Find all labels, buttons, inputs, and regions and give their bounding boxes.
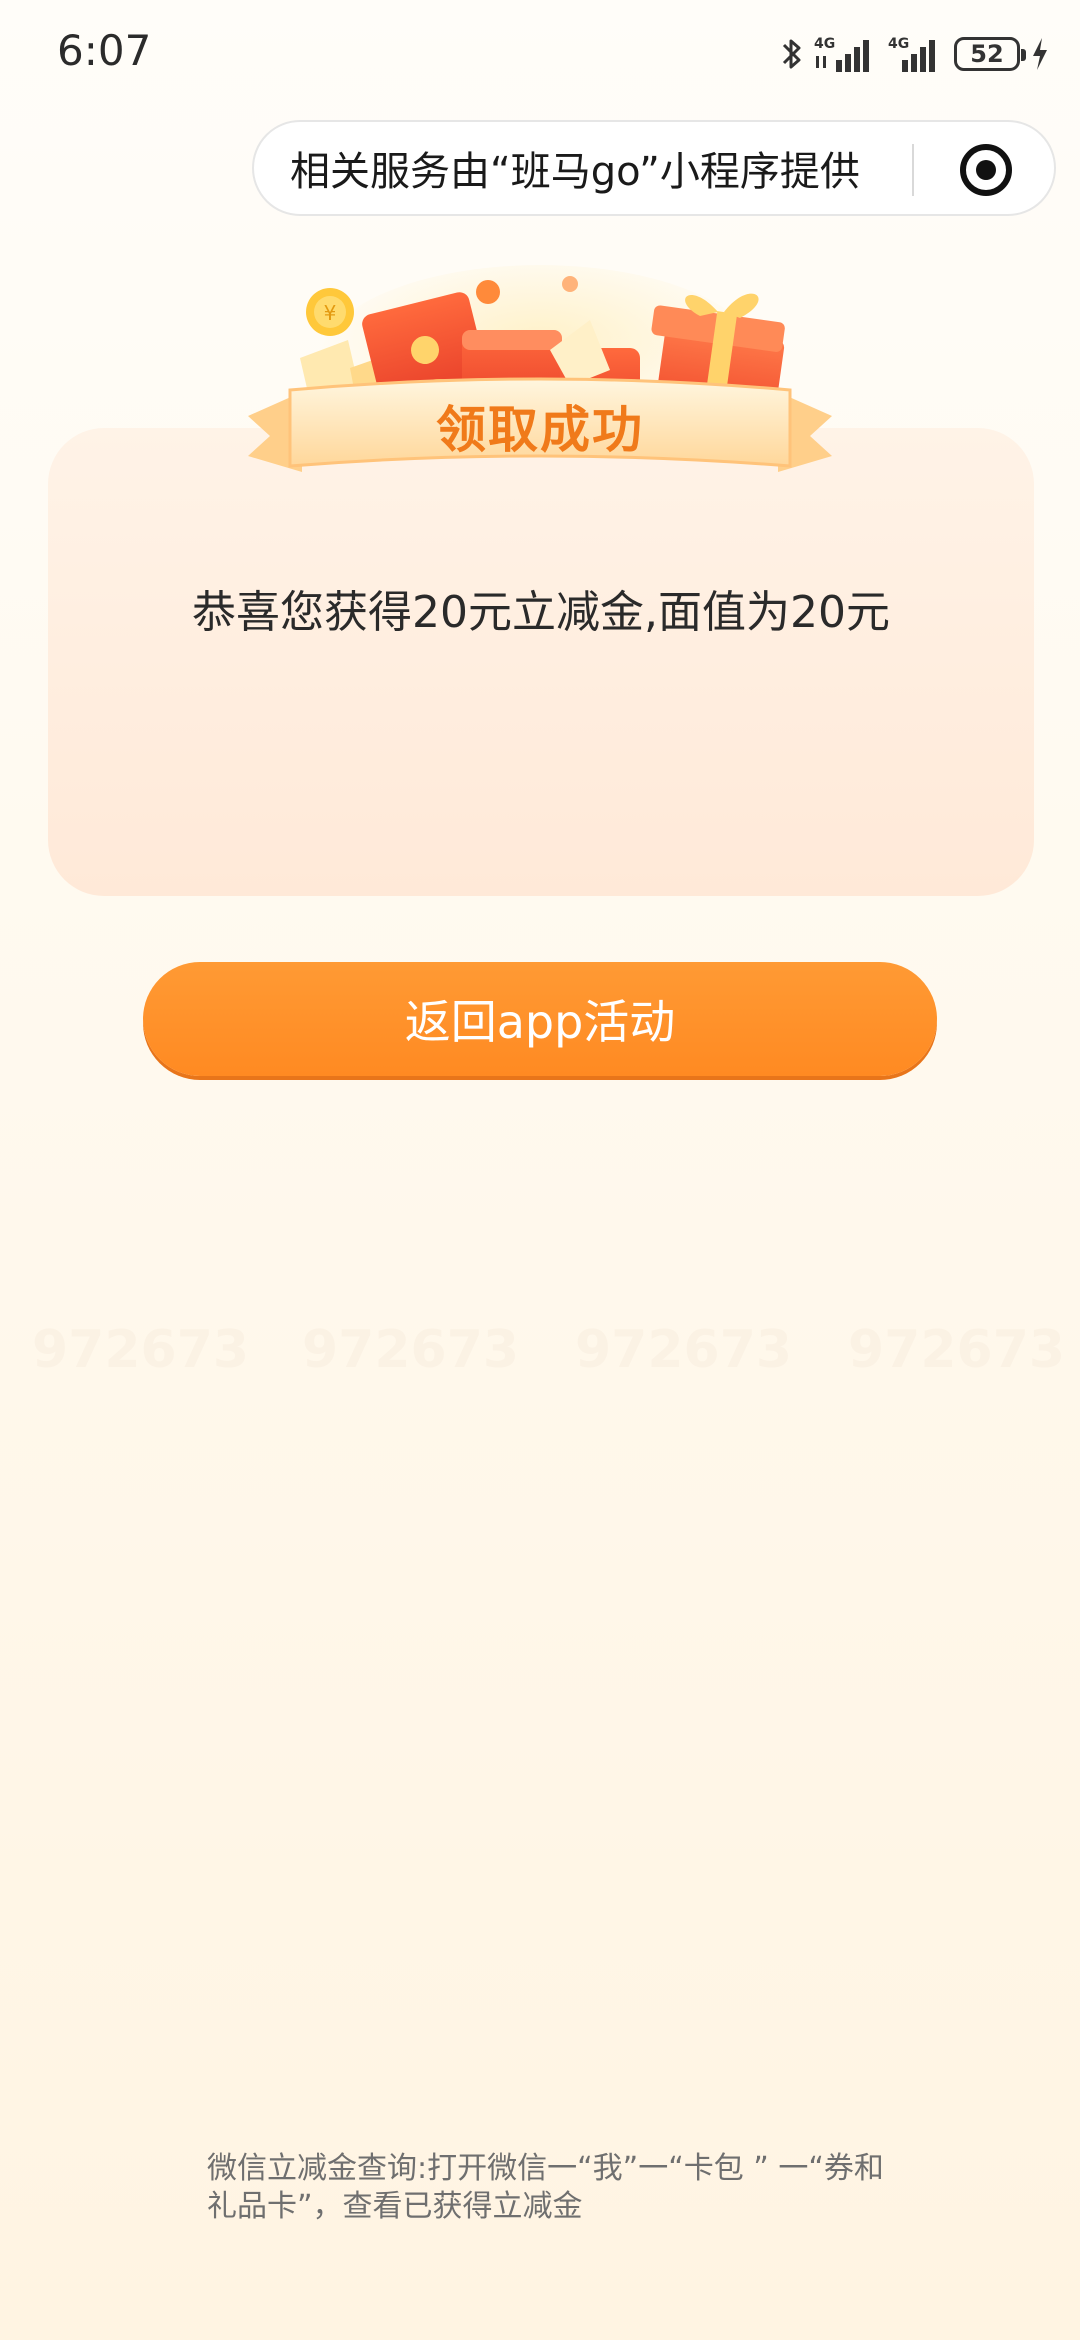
coin-icon: ¥ (306, 288, 354, 336)
success-title: 领取成功 (436, 401, 644, 459)
status-icons: 4G 4G 52 (780, 30, 1050, 78)
watermark-text: 972673 (848, 1320, 1066, 1380)
service-provider-text: 相关服务由“班马go”小程序提供 (290, 149, 860, 195)
footer-note-line-1: 微信立减金查询:打开微信一“我”一“卡包 ” 一“券和 (207, 2151, 884, 2186)
network-label-1: 4G (814, 36, 835, 52)
watermark-text: 972673 (32, 1320, 250, 1380)
target-icon[interactable] (959, 143, 1013, 197)
status-bar: 6:07 4G 4G 52 (0, 0, 1080, 110)
watermark-text: 972673 (302, 1320, 520, 1380)
watermark: 972673 972673 972673 972673 (0, 1320, 1080, 1380)
battery-icon: 52 (954, 37, 1026, 71)
back-to-app-button[interactable]: 返回app活动 (143, 962, 937, 1076)
bluetooth-icon (780, 36, 804, 72)
success-card: 恭喜您获得20元立减金,面值为20元 (48, 428, 1034, 896)
footer-note: 微信立减金查询:打开微信一“我”一“卡包 ” 一“券和 礼品卡”，查看已获得立减… (207, 2150, 907, 2226)
footer-note-line-2: 礼品卡”，查看已获得立减金 (207, 2189, 583, 2224)
signal-icon-2: 4G (888, 34, 944, 74)
battery-level: 52 (970, 40, 1004, 68)
watermark-text: 972673 (575, 1320, 793, 1380)
status-time: 6:07 (57, 26, 152, 75)
success-banner: ¥ 领取成功 (230, 250, 850, 490)
network-label-2: 4G (888, 36, 909, 52)
mini-program-capsule: 相关服务由“班马go”小程序提供 (252, 120, 1056, 216)
signal-icon: 4G (814, 34, 878, 74)
charging-icon (1030, 36, 1050, 72)
svg-text:¥: ¥ (324, 301, 337, 325)
reward-message: 恭喜您获得20元立减金,面值为20元 (192, 587, 890, 638)
capsule-divider (912, 144, 914, 196)
